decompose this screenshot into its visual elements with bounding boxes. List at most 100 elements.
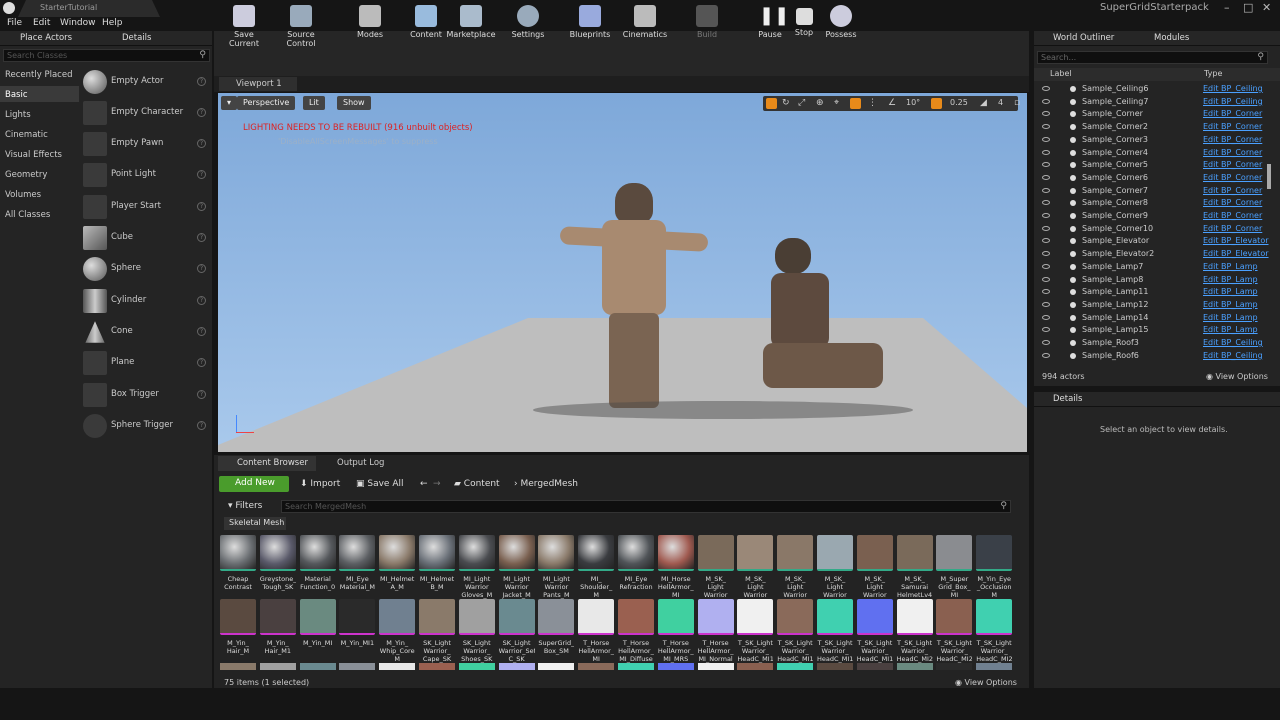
visibility-eye-icon[interactable] (1042, 352, 1050, 358)
asset-tile[interactable]: M_Yin_MI1 (339, 599, 376, 661)
outliner-row[interactable]: Sample_Lamp14 Edit BP_Lamp (1042, 313, 1276, 326)
actor-item[interactable]: Cone? (82, 319, 208, 345)
source-control-button[interactable]: Source Control (276, 3, 326, 48)
grid-snap-icon[interactable] (850, 98, 861, 109)
asset-search-input[interactable]: Search MergedMesh ⚲ (281, 500, 1011, 513)
help-icon[interactable]: ? (197, 108, 206, 117)
camera-speed-icon[interactable]: ◢ (980, 98, 987, 108)
outliner-actor-type-link[interactable]: Edit BP_Corner (1203, 122, 1262, 131)
asset-tile[interactable]: MI_Light Warrior Jacket_M (498, 535, 535, 599)
outliner-actor-type-link[interactable]: Edit BP_Elevator (1203, 249, 1269, 258)
outliner-row[interactable]: Sample_Ceiling7 Edit BP_Ceiling (1042, 97, 1276, 110)
outliner-actor-type-link[interactable]: Edit BP_Corner (1203, 135, 1262, 144)
outliner-search-input[interactable]: Search... ⚲ (1037, 51, 1268, 64)
content-button[interactable]: Content (401, 3, 451, 45)
actor-item[interactable]: Sphere Trigger? (82, 413, 208, 439)
asset-tile[interactable]: M_SK_ Samurai HelmetLv4 (896, 535, 933, 599)
outliner-row[interactable]: Sample_Roof6 Edit BP_Ceiling (1042, 351, 1276, 364)
actor-item[interactable]: Box Trigger? (82, 382, 208, 408)
visibility-eye-icon[interactable] (1042, 327, 1050, 333)
asset-thumbnail[interactable] (976, 663, 1013, 670)
actor-item[interactable]: Cylinder? (82, 288, 208, 314)
asset-thumbnail[interactable] (896, 663, 933, 670)
asset-tile[interactable]: T_Horse HellArmor_ MI (578, 599, 615, 663)
add-new-button[interactable]: Add New (219, 476, 289, 492)
outliner-row[interactable]: Sample_Roof3 Edit BP_Ceiling (1042, 338, 1276, 351)
actor-item[interactable]: Empty Pawn? (82, 131, 208, 157)
asset-tile[interactable]: M_SK_ Light Warrior (777, 535, 814, 599)
asset-tile[interactable]: M_SK_ Light Warrior (737, 535, 774, 599)
asset-tile[interactable]: T_Horse HellArmor_ MI_Diffuse (618, 599, 654, 663)
asset-tile[interactable]: SK_Light Warrior_Set C_SK (498, 599, 535, 663)
visibility-eye-icon[interactable] (1042, 251, 1050, 257)
save-all-button[interactable]: ▣ Save All (356, 479, 404, 489)
asset-tile[interactable]: T_SK_Light Warrior_ HeadC_MI1 (737, 599, 774, 663)
possess-button[interactable]: Possess (816, 3, 866, 45)
save-current-button[interactable]: Save Current (219, 3, 269, 48)
visibility-eye-icon[interactable] (1042, 136, 1050, 142)
category-recently-placed[interactable]: Recently Placed (5, 70, 72, 80)
outliner-row[interactable]: Sample_Lamp8 Edit BP_Lamp (1042, 275, 1276, 288)
outliner-actor-type-link[interactable]: Edit BP_Corner (1203, 224, 1262, 233)
help-icon[interactable]: ? (197, 421, 206, 430)
asset-tile[interactable]: M_Yin_Eye _Occlusion M (976, 535, 1013, 599)
outliner-row[interactable]: Sample_Lamp11 Edit BP_Lamp (1042, 287, 1276, 300)
scale-snap-value[interactable]: 0.25 (950, 98, 968, 107)
visibility-eye-icon[interactable] (1042, 263, 1050, 269)
actor-item[interactable]: Empty Actor? (82, 69, 208, 95)
asset-thumbnail[interactable] (737, 663, 774, 670)
category-geometry[interactable]: Geometry (5, 170, 47, 180)
menu-window[interactable]: Window (60, 18, 96, 28)
warrior-standing-character[interactable] (559, 178, 710, 413)
visibility-eye-icon[interactable] (1042, 238, 1050, 244)
breadcrumb-mergedmesh[interactable]: › MergedMesh (514, 479, 578, 489)
world-space-icon[interactable]: ⊕ (816, 98, 824, 108)
help-icon[interactable]: ? (197, 139, 206, 148)
actor-item[interactable]: Sphere? (82, 256, 208, 282)
filter-tag-skeletal-mesh[interactable]: Skeletal Mesh (224, 517, 286, 530)
category-visual-effects[interactable]: Visual Effects (5, 150, 62, 160)
visibility-eye-icon[interactable] (1042, 162, 1050, 168)
outliner-row[interactable]: Sample_Corner4 Edit BP_Corner (1042, 148, 1276, 161)
outliner-row[interactable]: Sample_Corner Edit BP_Corner (1042, 109, 1276, 122)
visibility-eye-icon[interactable] (1042, 213, 1050, 218)
tab-output-log[interactable]: Output Log (320, 456, 410, 471)
cinematics-button[interactable]: Cinematics (620, 3, 670, 45)
tab-place-actors[interactable]: Place Actors (20, 33, 72, 43)
visibility-eye-icon[interactable] (1042, 124, 1050, 130)
asset-tile[interactable]: MI_Light Warrior Gloves_M (458, 535, 495, 599)
tab-details[interactable]: Details (122, 33, 151, 43)
asset-thumbnail[interactable] (618, 663, 654, 670)
outliner-row[interactable]: Sample_Corner8 Edit BP_Corner (1042, 198, 1276, 211)
outliner-actor-type-link[interactable]: Edit BP_Ceiling (1203, 338, 1263, 347)
tab-details-right[interactable]: Details (1053, 394, 1082, 404)
outliner-actor-type-link[interactable]: Edit BP_Corner (1203, 173, 1262, 182)
outliner-actor-type-link[interactable]: Edit BP_Lamp (1203, 275, 1258, 284)
search-classes-input[interactable]: Search Classes ⚲ (3, 49, 210, 62)
asset-tile[interactable]: MI_Helmet A_M (379, 535, 416, 597)
minimize-icon[interactable]: – (1224, 1, 1230, 14)
asset-tile[interactable]: M_Yin_ Hair_M (220, 599, 256, 661)
outliner-actor-type-link[interactable]: Edit BP_Ceiling (1203, 351, 1263, 360)
asset-tile[interactable]: M_SK_ Light Warrior (856, 535, 893, 599)
asset-tile[interactable]: SuperGrid_ Box_SM (538, 599, 575, 661)
asset-tile[interactable]: Cheap Contrast (220, 535, 256, 597)
outliner-row[interactable]: Sample_Ceiling6 Edit BP_Ceiling (1042, 84, 1276, 97)
build-button[interactable]: Build (682, 3, 732, 45)
menu-file[interactable]: File (7, 18, 22, 28)
asset-tile[interactable]: SK_Light Warrior_ Cape_SK (419, 599, 455, 663)
close-icon[interactable]: ✕ (1262, 1, 1271, 14)
outliner-actor-type-link[interactable]: Edit BP_Corner (1203, 211, 1262, 220)
level-tab[interactable]: StarterTutorial (18, 0, 160, 17)
outliner-actor-type-link[interactable]: Edit BP_Ceiling (1203, 84, 1263, 93)
outliner-row[interactable]: Sample_Corner10 Edit BP_Corner (1042, 224, 1276, 237)
asset-tile[interactable]: T_SK_Light Warrior_ HeadC_MI2 (896, 599, 933, 663)
outliner-row[interactable]: Sample_Corner7 Edit BP_Corner (1042, 186, 1276, 199)
settings-button[interactable]: Settings (503, 3, 553, 45)
tab-world-outliner[interactable]: World Outliner (1053, 33, 1114, 43)
column-type[interactable]: Type (1204, 69, 1222, 78)
warrior-kneeling-character[interactable] (753, 233, 888, 413)
asset-thumbnail[interactable] (856, 663, 893, 670)
tab-content-browser[interactable]: Content Browser (218, 456, 316, 471)
visibility-eye-icon[interactable] (1042, 225, 1050, 231)
